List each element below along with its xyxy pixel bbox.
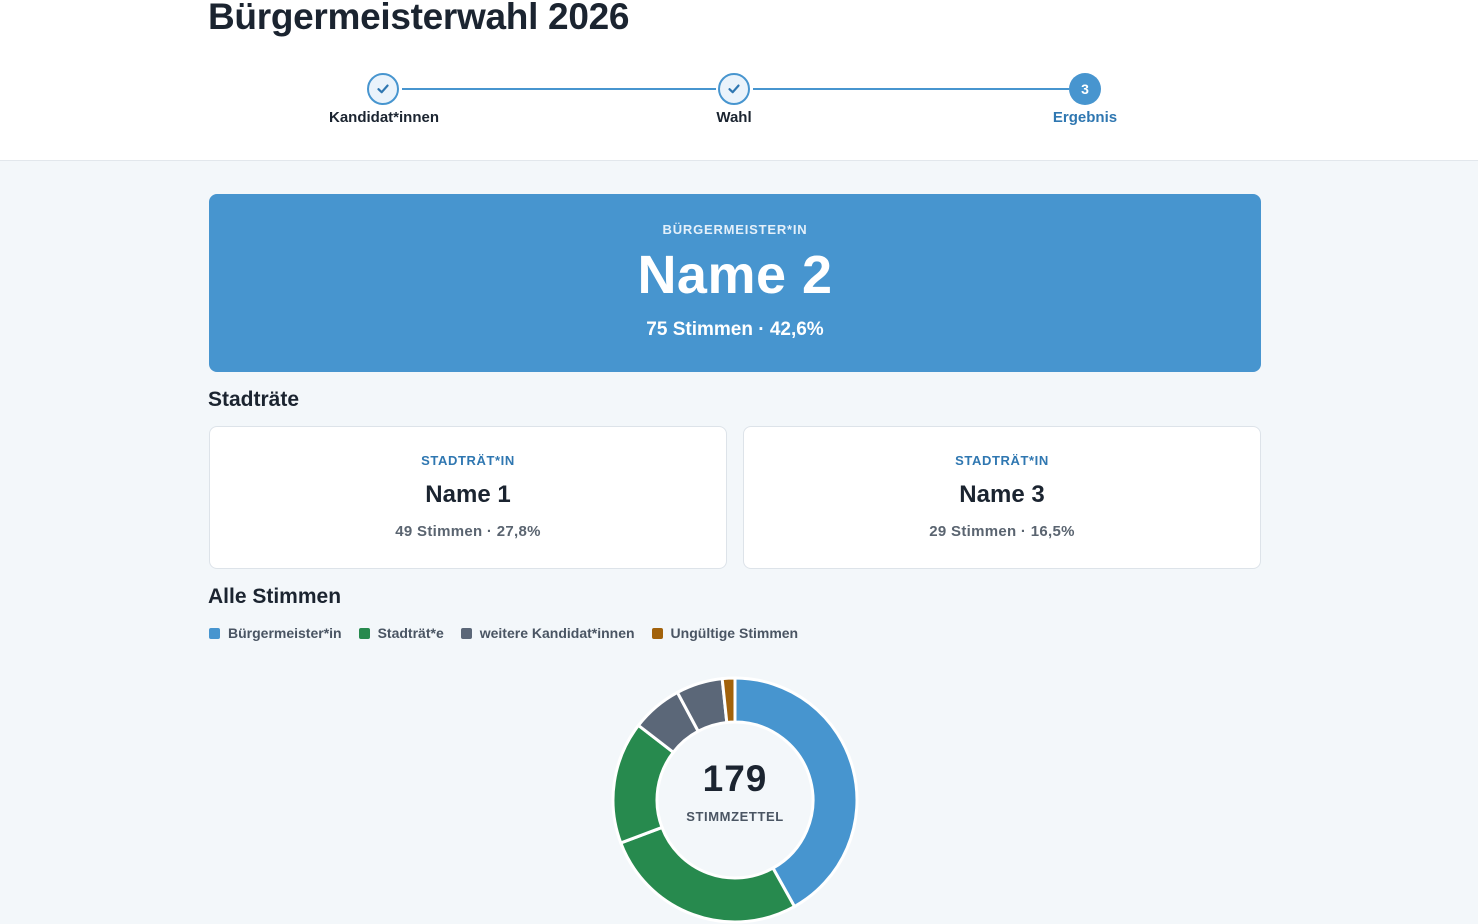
legend-swatch bbox=[209, 627, 220, 639]
step-3-label[interactable]: Ergebnis bbox=[985, 109, 1185, 126]
stepper-connector-1 bbox=[402, 88, 716, 90]
council-section-title: Stadträte bbox=[208, 388, 300, 411]
step-1-label[interactable]: Kandidat*innen bbox=[284, 109, 484, 126]
donut-center-label: STIMMZETTEL bbox=[686, 809, 784, 824]
votes-donut-chart: 179 STIMMZETTEL bbox=[611, 676, 859, 924]
donut-svg bbox=[611, 676, 859, 924]
council-card-stats: 29 Stimmen · 16,5% bbox=[929, 523, 1075, 540]
council-card-name: Name 3 bbox=[959, 481, 1045, 508]
legend-swatch bbox=[358, 627, 370, 639]
all-votes-section-title: Alle Stimmen bbox=[208, 585, 342, 608]
council-card-role: STADTRÄT*IN bbox=[955, 453, 1049, 468]
legend-item-other-candidates: weitere Kandidat*innen bbox=[460, 625, 635, 641]
legend-item-council: Stadträt*e bbox=[358, 625, 444, 641]
page-title: Bürgermeisterwahl 2026 bbox=[208, 0, 630, 37]
legend-label: Bürgermeister*in bbox=[228, 625, 342, 641]
winner-name: Name 2 bbox=[637, 245, 833, 305]
step-1-check-icon[interactable] bbox=[367, 73, 399, 105]
chart-legend: Bürgermeister*in Stadträt*e weitere Kand… bbox=[209, 625, 815, 641]
legend-item-invalid: Ungültige Stimmen bbox=[651, 625, 799, 641]
legend-label: Ungültige Stimmen bbox=[670, 625, 799, 641]
donut-slice-2[interactable] bbox=[618, 825, 797, 924]
council-card-1: STADTRÄT*IN Name 1 49 Stimmen · 27,8% bbox=[209, 426, 727, 569]
council-card-stats: 49 Stimmen · 27,8% bbox=[395, 523, 541, 540]
winner-card: BÜRGERMEISTER*IN Name 2 75 Stimmen · 42,… bbox=[209, 194, 1261, 372]
winner-role: BÜRGERMEISTER*IN bbox=[662, 222, 808, 237]
legend-swatch bbox=[651, 627, 663, 639]
legend-label: Stadträt*e bbox=[377, 625, 444, 641]
council-card-2: STADTRÄT*IN Name 3 29 Stimmen · 16,5% bbox=[743, 426, 1261, 569]
step-2-check-icon[interactable] bbox=[718, 73, 750, 105]
council-card-name: Name 1 bbox=[425, 481, 511, 508]
step-2-label[interactable]: Wahl bbox=[634, 109, 834, 126]
legend-swatch bbox=[460, 627, 472, 639]
stepper-connector-2 bbox=[753, 88, 1069, 90]
winner-stats: 75 Stimmen · 42,6% bbox=[646, 319, 824, 340]
council-card-role: STADTRÄT*IN bbox=[421, 453, 515, 468]
legend-item-mayor: Bürgermeister*in bbox=[209, 625, 342, 641]
donut-center-total: 179 bbox=[702, 758, 768, 799]
header: Bürgermeisterwahl 2026 3 Kandidat*innen … bbox=[0, 0, 1478, 161]
legend-label: weitere Kandidat*innen bbox=[479, 625, 635, 641]
step-3-number[interactable]: 3 bbox=[1069, 73, 1101, 105]
